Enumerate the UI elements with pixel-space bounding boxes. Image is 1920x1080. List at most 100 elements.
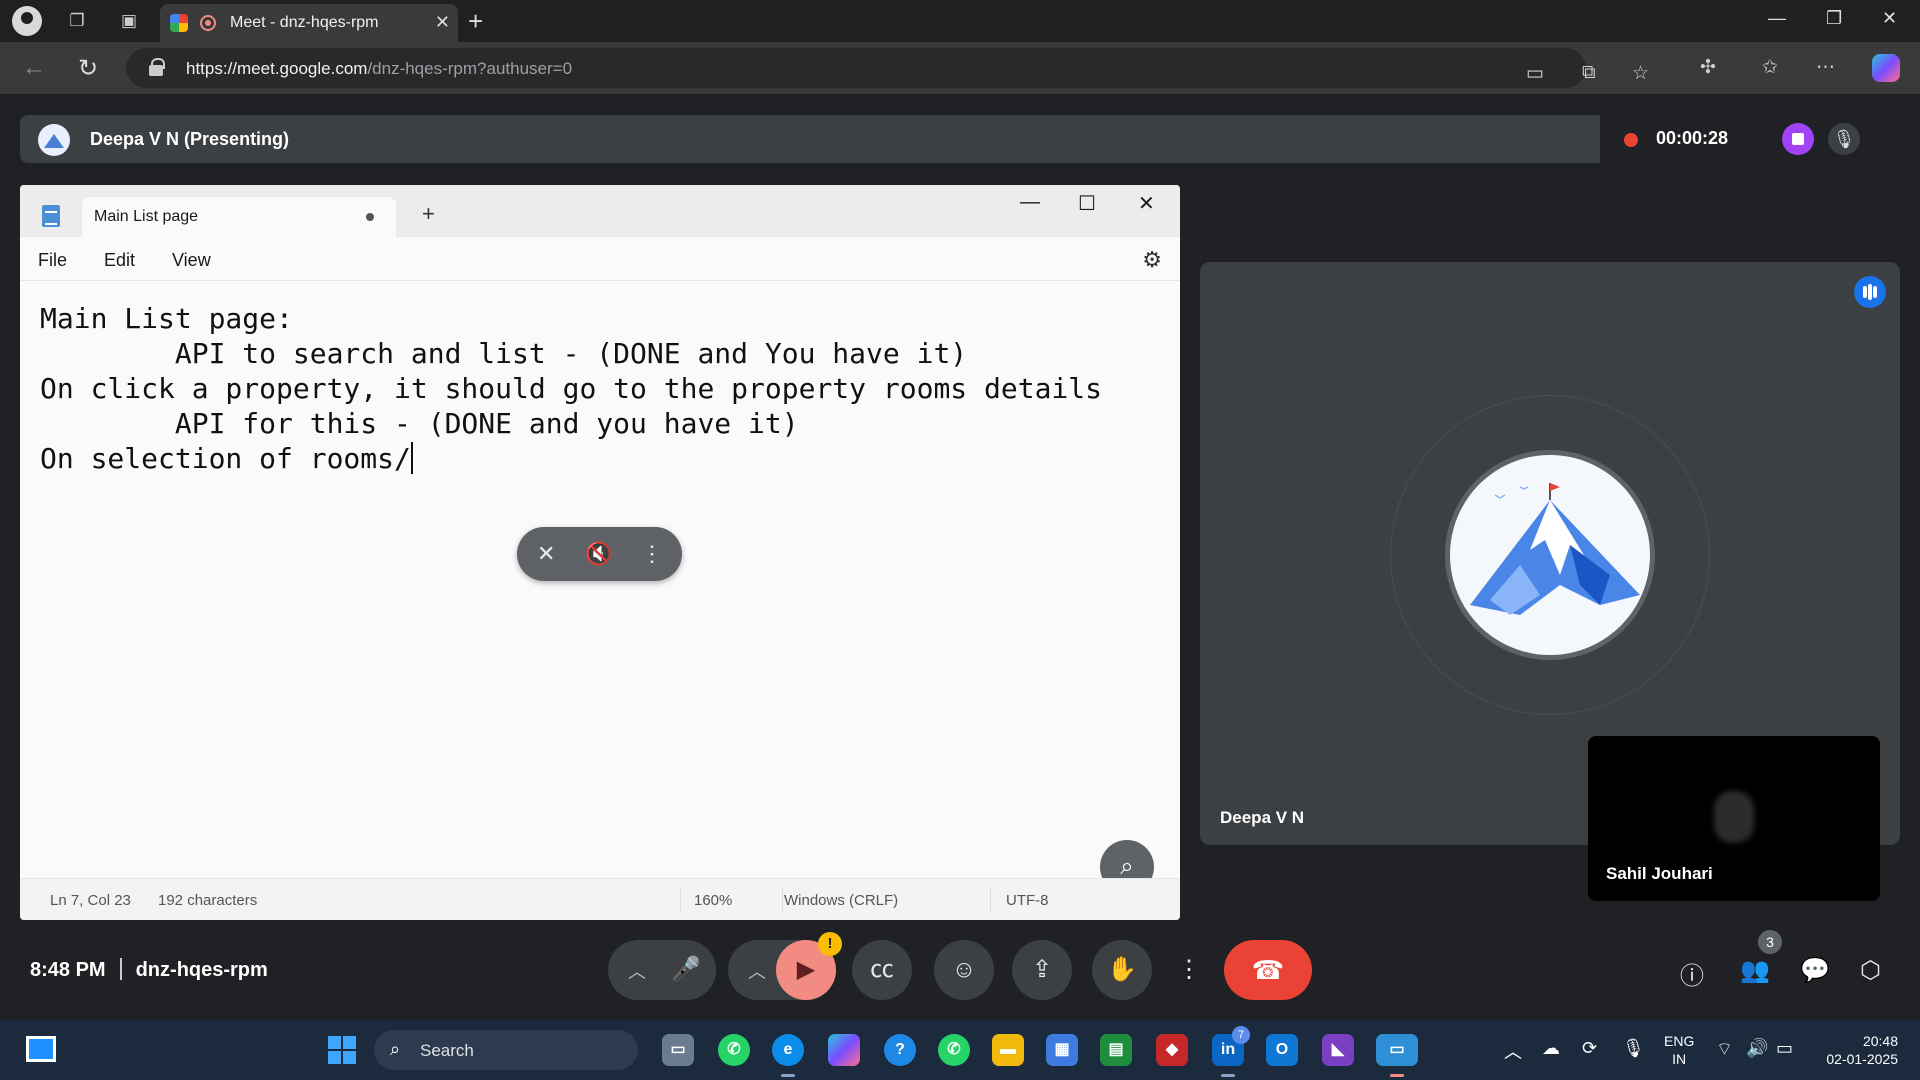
notepad-minimize-button[interactable]: — <box>1020 191 1040 214</box>
battery-icon[interactable]: ▭ <box>1776 1038 1793 1059</box>
help-icon[interactable]: ? <box>884 1034 916 1066</box>
zoom-level[interactable]: 160% <box>694 892 732 909</box>
file-explorer-icon[interactable]: ▬ <box>992 1034 1024 1066</box>
linkedin-badge: 7 <box>1232 1026 1250 1044</box>
recording-indicator-icon <box>200 15 216 31</box>
whatsapp-icon[interactable]: ✆ <box>718 1034 750 1066</box>
microphone-tray-icon[interactable]: 🎙 <box>1622 1038 1645 1059</box>
notepad-statusbar: Ln 7, Col 23 192 characters 160% Windows… <box>20 878 1180 920</box>
wifi-icon[interactable]: ⌔ <box>1716 1038 1733 1061</box>
copilot-icon[interactable] <box>1872 54 1900 82</box>
people-icon[interactable]: 👥 <box>1740 956 1770 985</box>
raise-hand-button[interactable]: ✋ <box>1092 940 1152 1000</box>
workspaces-icon[interactable]: ❐ <box>66 10 88 32</box>
notepad-maximize-button[interactable]: ☐ <box>1078 191 1096 216</box>
microphone-button[interactable]: 🎤 <box>656 940 716 1000</box>
chat-icon[interactable]: 💬 <box>1800 956 1830 985</box>
minimize-window-button[interactable]: — <box>1768 8 1786 29</box>
volume-off-icon[interactable]: 🔇 <box>585 541 612 567</box>
video-options-chevron-icon[interactable]: ︿ <box>748 958 766 984</box>
microsoft-store-icon[interactable]: ▦ <box>1046 1034 1078 1066</box>
volume-icon[interactable]: 🔊 <box>1746 1038 1768 1059</box>
audio-options-chevron-icon[interactable]: ︿ <box>628 958 646 984</box>
task-view-icon[interactable]: ▭ <box>662 1034 694 1066</box>
back-button[interactable]: ← <box>22 54 46 82</box>
more-menu-icon[interactable]: ⋯ <box>1816 56 1835 79</box>
new-tab-button[interactable]: + <box>468 6 483 37</box>
sync-icon[interactable]: ⟳ <box>1582 1038 1597 1059</box>
shared-notepad-window: Main List page + — ☐ ✕ File Edit View ⚙ … <box>20 185 1180 920</box>
unsaved-dot-icon[interactable] <box>366 213 374 221</box>
meeting-info-icon[interactable]: ⓘ <box>1680 956 1704 991</box>
start-button[interactable] <box>328 1036 356 1064</box>
notepad-close-button[interactable]: ✕ <box>1138 191 1155 216</box>
notepad-tab[interactable]: Main List page <box>82 197 396 237</box>
more-options-button[interactable]: ⋮ <box>1166 940 1212 1000</box>
mute-presenter-icon[interactable]: 🎙 <box>1828 123 1860 155</box>
camera-in-use-icon[interactable]: ▭ <box>1526 62 1544 85</box>
presenter-name: Deepa V N (Presenting) <box>90 129 290 149</box>
leave-call-button[interactable]: ☎ <box>1224 940 1312 1000</box>
sheets-app-icon[interactable]: ▤ <box>1100 1034 1132 1066</box>
emoji-reactions-button[interactable]: ☺ <box>934 940 994 1000</box>
visual-studio-icon[interactable]: ◣ <box>1322 1034 1354 1066</box>
favorite-star-icon[interactable]: ☆ <box>1632 62 1649 85</box>
whatsapp-business-icon[interactable]: ✆ <box>938 1034 970 1066</box>
encoding[interactable]: UTF-8 <box>1006 892 1049 909</box>
notepad-menubar: File Edit View ⚙ <box>20 237 1180 281</box>
presenter-avatar <box>38 124 70 156</box>
captions-button[interactable]: ㏄ <box>852 940 912 1000</box>
widgets-icon[interactable] <box>26 1036 56 1062</box>
camera-off-button[interactable]: ▶ ! <box>776 932 842 1000</box>
meet-control-bar: 8:48 PM dnz-hqes-rpm ︿ 🎤 ︿ ▶ ! ㏄ ☺ ⇪ ✋ ⋮ … <box>0 930 1920 1010</box>
system-clock[interactable]: 20:48 02-01-2025 <box>1816 1032 1898 1068</box>
show-hidden-icons-chevron[interactable]: ︿ <box>1504 1038 1522 1064</box>
open-in-app-icon[interactable]: ⧉ <box>1582 62 1596 84</box>
notepad-titlebar: Main List page + — ☐ ✕ <box>20 185 1180 237</box>
input-language[interactable]: ENG IN <box>1664 1032 1694 1068</box>
reload-button[interactable]: ↻ <box>78 54 98 83</box>
participant-avatar <box>1445 450 1655 660</box>
vertical-tabs-icon[interactable]: ▣ <box>118 10 140 32</box>
browser-tab-title: Meet - dnz-hqes-rpm <box>230 14 379 31</box>
onedrive-icon[interactable]: ☁ <box>1542 1038 1560 1059</box>
address-bar[interactable]: https://meet.google.com/dnz-hqes-rpm?aut… <box>126 48 1649 88</box>
text-line: API to search and list - (DONE and You h… <box>40 337 968 370</box>
browser-tab-bar: ❐ ▣ Meet - dnz-hqes-rpm ✕ + — ❐ ✕ <box>0 0 1920 42</box>
notepad-text-area[interactable]: Main List page: API to search and list -… <box>40 301 1102 476</box>
copilot-app-icon[interactable] <box>828 1034 860 1066</box>
audio-control-group: ︿ 🎤 <box>608 940 716 1000</box>
speaking-indicator-icon <box>1854 276 1886 308</box>
more-options-icon[interactable]: ⋮ <box>641 541 663 567</box>
settings-gear-icon[interactable]: ⚙ <box>1142 247 1162 273</box>
participant-name: Deepa V N <box>1220 808 1305 827</box>
menu-view[interactable]: View <box>172 250 211 271</box>
menu-file[interactable]: File <box>38 250 67 271</box>
extensions-icon[interactable]: ✣ <box>1700 56 1716 79</box>
line-ending[interactable]: Windows (CRLF) <box>784 892 898 909</box>
activities-icon[interactable]: ⬡ <box>1860 956 1881 985</box>
menu-edit[interactable]: Edit <box>104 250 135 271</box>
taskbar-search[interactable]: ⌕ Search <box>374 1030 638 1070</box>
url-text[interactable]: https://meet.google.com/dnz-hqes-rpm?aut… <box>186 59 572 79</box>
unpin-icon[interactable]: ✕ <box>537 541 555 567</box>
active-app-indicator <box>1221 1074 1235 1077</box>
favorites-icon[interactable]: ✩ <box>1762 56 1778 79</box>
close-tab-icon[interactable]: ✕ <box>435 12 450 33</box>
security-app-icon[interactable]: ◆ <box>1156 1034 1188 1066</box>
edge-browser-icon[interactable]: e <box>772 1034 804 1066</box>
active-app-indicator <box>781 1074 795 1077</box>
lock-icon[interactable] <box>148 58 165 76</box>
participant-tile-self[interactable]: Sahil Jouhari <box>1588 736 1880 901</box>
restore-window-button[interactable]: ❐ <box>1826 8 1842 29</box>
divider <box>119 958 122 980</box>
outlook-icon[interactable]: O <box>1266 1034 1298 1066</box>
notepad-new-tab-button[interactable]: + <box>422 201 435 227</box>
close-window-button[interactable]: ✕ <box>1882 8 1897 29</box>
browser-tab-meet[interactable]: Meet - dnz-hqes-rpm ✕ <box>160 4 458 42</box>
present-screen-button[interactable]: ⇪ <box>1012 940 1072 1000</box>
status-separator <box>990 887 991 913</box>
profile-icon[interactable] <box>12 6 42 36</box>
meet-window-icon[interactable]: ▭ <box>1376 1034 1418 1066</box>
stop-recording-button[interactable] <box>1782 123 1814 155</box>
